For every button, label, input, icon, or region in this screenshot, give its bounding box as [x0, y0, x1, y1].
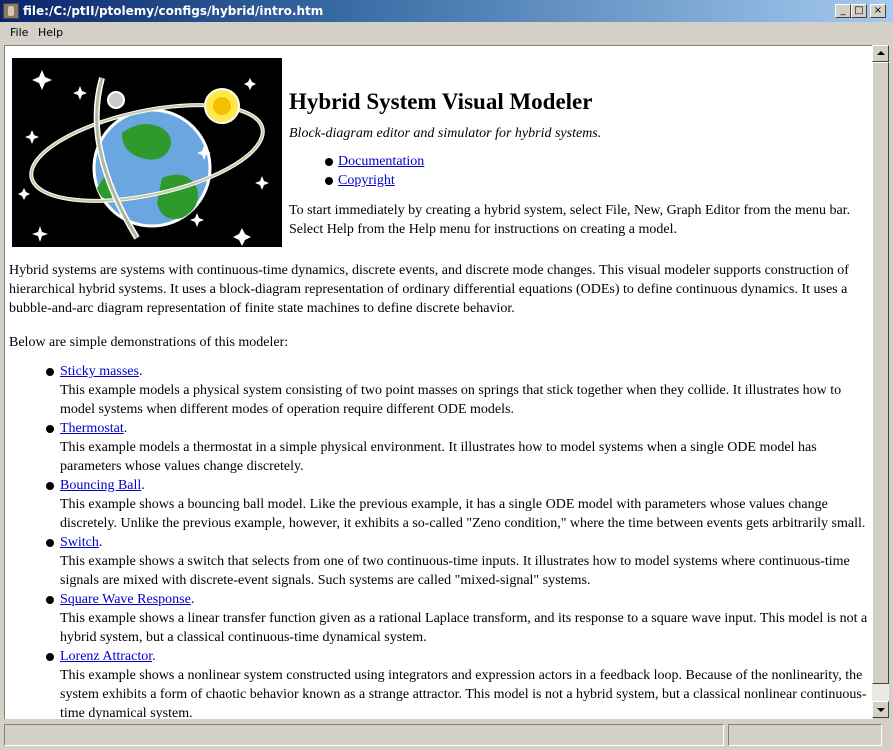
- bullet-icon: [46, 482, 54, 490]
- bullet-icon: [46, 653, 54, 661]
- demo-description: This example shows a nonlinear system co…: [60, 668, 867, 719]
- arrow-down-icon: [877, 708, 885, 712]
- link-period: .: [190, 592, 195, 607]
- demo-description: This example shows a bouncing ball model…: [60, 497, 866, 531]
- minimize-button[interactable]: _: [835, 4, 851, 18]
- demo-link-bouncing-ball[interactable]: Bouncing Ball: [60, 478, 141, 493]
- intro-text: To start immediately by creating a hybri…: [289, 203, 851, 237]
- maximize-button[interactable]: □: [851, 4, 867, 18]
- copyright-link[interactable]: Copyright: [338, 171, 395, 190]
- page-subtitle: Block-diagram editor and simulator for h…: [289, 126, 602, 141]
- scroll-thumb[interactable]: [872, 62, 889, 684]
- arrow-up-icon: [877, 51, 885, 55]
- bullet-icon: [46, 425, 54, 433]
- vertical-scrollbar[interactable]: [872, 45, 889, 718]
- list-item: Square Wave Response. This example shows…: [45, 590, 871, 647]
- bullet-icon: [325, 177, 333, 185]
- demo-description: This example shows a switch that selects…: [60, 554, 850, 588]
- list-item: Sticky masses. This example models a phy…: [45, 362, 871, 419]
- title-bar[interactable]: file:/C:/ptII/ptolemy/configs/hybrid/int…: [0, 0, 893, 22]
- description-paragraph: Hybrid systems are systems with continuo…: [9, 263, 849, 316]
- window-title: file:/C:/ptII/ptolemy/configs/hybrid/int…: [23, 4, 324, 18]
- document-view[interactable]: Hybrid System Visual Modeler Block-diagr…: [4, 45, 873, 719]
- bullet-icon: [46, 368, 54, 376]
- menu-file[interactable]: File: [10, 26, 28, 39]
- demo-link-sticky-masses[interactable]: Sticky masses: [60, 364, 139, 379]
- page-title: Hybrid System Visual Modeler: [289, 89, 593, 114]
- status-bar: [0, 720, 893, 750]
- demo-description: This example shows a linear transfer fun…: [60, 611, 868, 645]
- globe-illustration: [18, 70, 269, 246]
- list-item: Thermostat. This example models a thermo…: [45, 419, 871, 476]
- link-period: .: [152, 649, 156, 664]
- bullet-icon: [325, 158, 333, 166]
- link-period: .: [98, 535, 103, 550]
- demo-link-thermostat[interactable]: Thermostat: [60, 421, 124, 436]
- link-period: .: [123, 421, 128, 436]
- demo-link-switch[interactable]: Switch: [60, 535, 99, 550]
- list-item: Switch. This example shows a switch that…: [45, 533, 871, 590]
- demo-link-square-wave-response[interactable]: Square Wave Response: [60, 592, 191, 607]
- list-item: Lorenz Attractor. This example shows a n…: [45, 647, 871, 719]
- demo-description: This example models a physical system co…: [60, 383, 842, 417]
- status-message-panel: [4, 724, 724, 746]
- demos-heading: Below are simple demonstrations of this …: [9, 335, 289, 350]
- list-item: Bouncing Ball. This example shows a boun…: [45, 476, 871, 533]
- close-button[interactable]: ×: [870, 4, 886, 18]
- globe-satellite-logo: [12, 58, 282, 247]
- demo-link-lorenz-attractor[interactable]: Lorenz Attractor: [60, 649, 152, 664]
- demo-list: Sticky masses. This example models a phy…: [45, 362, 871, 719]
- menu-help[interactable]: Help: [38, 26, 63, 39]
- menu-bar: File Help: [0, 22, 893, 42]
- bullet-icon: [46, 539, 54, 547]
- demo-description: This example models a thermostat in a si…: [60, 440, 817, 474]
- app-icon[interactable]: [3, 3, 19, 19]
- bullet-icon: [46, 596, 54, 604]
- status-progress-panel: [728, 724, 882, 746]
- documentation-link[interactable]: Documentation: [338, 152, 424, 171]
- link-period: .: [141, 478, 145, 493]
- scroll-up-button[interactable]: [872, 45, 889, 62]
- scroll-down-button[interactable]: [872, 701, 889, 718]
- link-period: .: [138, 364, 143, 379]
